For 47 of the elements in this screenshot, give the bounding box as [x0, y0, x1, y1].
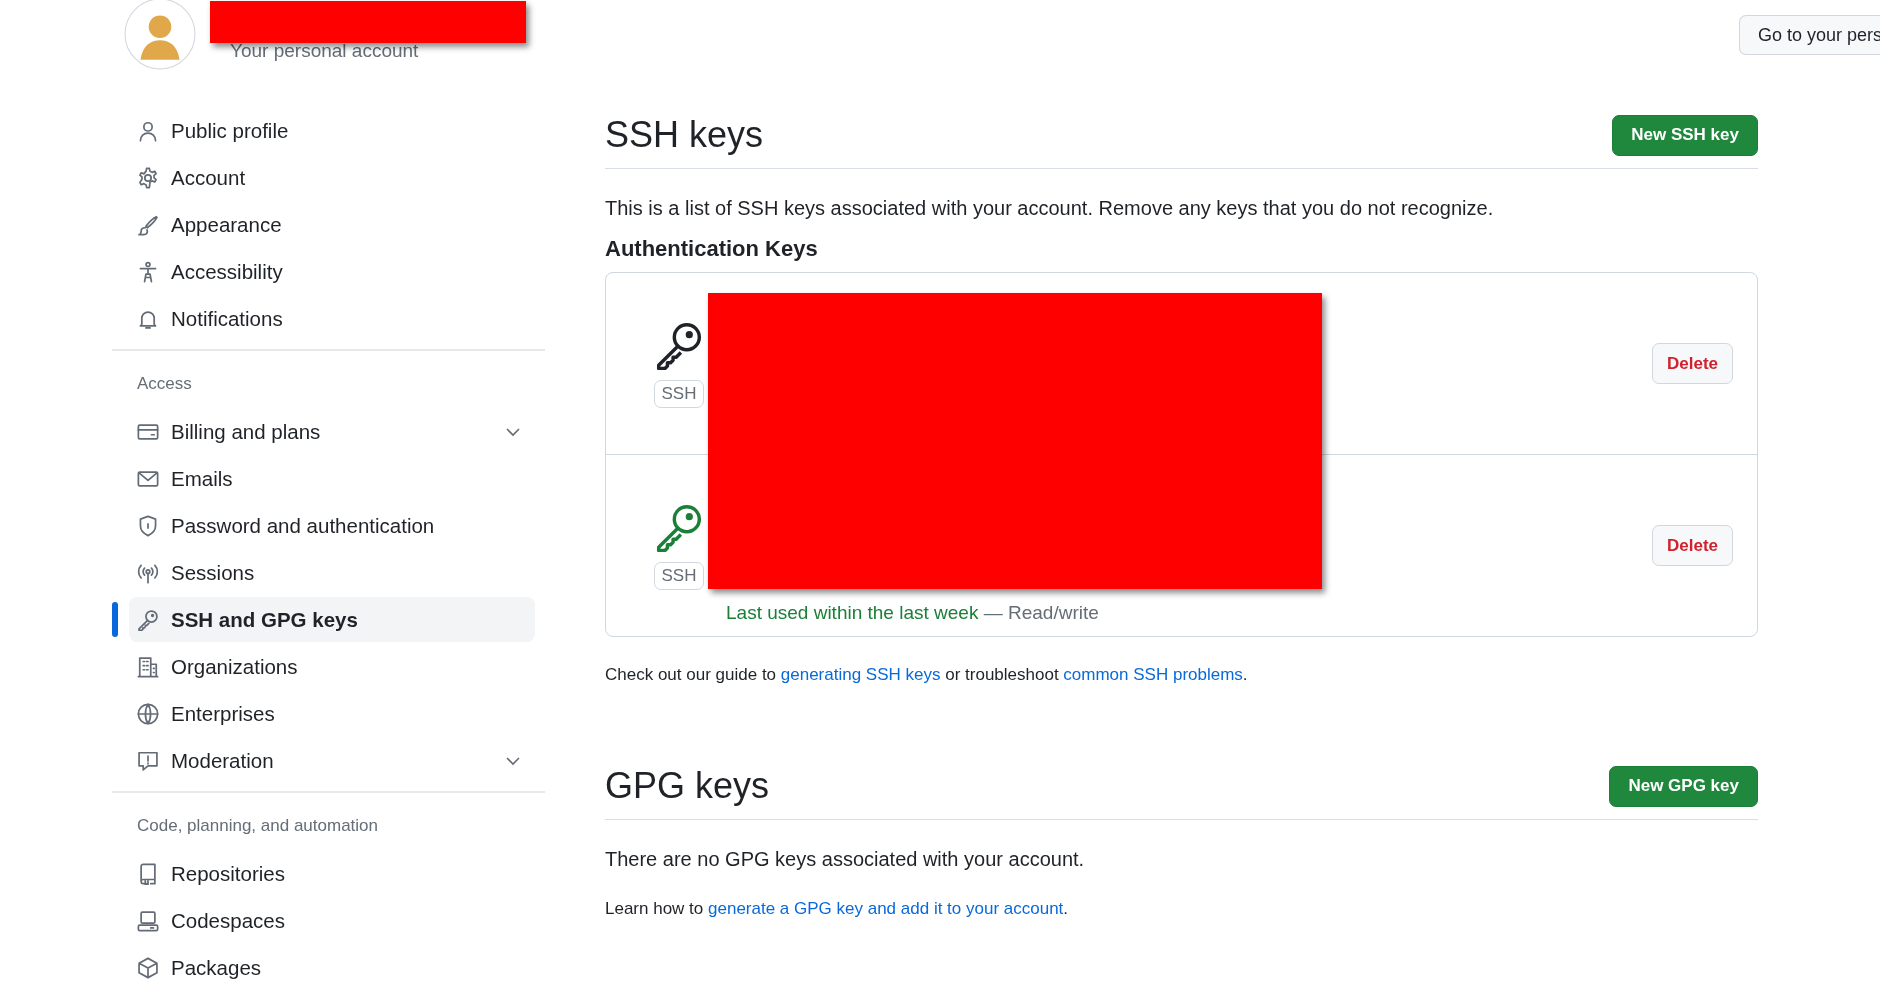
subsection-title: Authentication Keys — [605, 236, 819, 262]
codespaces-icon — [137, 909, 159, 932]
gear-icon — [137, 166, 159, 189]
sidebar-item[interactable]: Packages — [129, 945, 535, 990]
account-subtitle: Your personal account — [230, 40, 419, 61]
person-icon — [137, 119, 159, 142]
sidebar-item[interactable]: Codespaces — [129, 898, 535, 943]
sidebar-item[interactable]: Emails — [129, 456, 535, 501]
section-heading: Code, planning, and automation — [136, 815, 379, 837]
section-title: SSH keys — [605, 114, 764, 156]
troubleshoot-link[interactable]: common SSH problems — [1063, 665, 1243, 684]
sidebar-item[interactable]: Sessions — [129, 550, 535, 595]
guide-link[interactable]: generating SSH keys — [780, 665, 941, 684]
learn-text: Learn how to generate a GPG key and add it to your account. — [605, 899, 1070, 919]
delete-button[interactable]: Delete — [1651, 525, 1733, 566]
empty-message: There are no GPG keys associated with your account. — [605, 848, 1086, 871]
section-title: GPG keys — [605, 765, 770, 807]
sidebar-item[interactable]: Organizations — [129, 644, 535, 689]
package-icon — [137, 956, 159, 979]
report-icon — [137, 749, 159, 772]
accessibility-icon — [137, 260, 159, 283]
delete-button[interactable]: Delete — [1651, 343, 1733, 384]
description: This is a list of SSH keys associated with your account. Remove any keys that you do not recognize. — [605, 197, 1495, 220]
sidebar-item[interactable]: Repositories — [129, 851, 535, 896]
section-heading: Access — [136, 373, 193, 395]
key-type-label: SSH — [653, 561, 705, 590]
brush-icon — [137, 213, 159, 236]
sidebar-item[interactable]: Moderation — [129, 738, 535, 783]
repo-icon — [137, 862, 159, 885]
gpg-guide-link[interactable]: generate a GPG key and add it to your account — [708, 899, 1064, 918]
sidebar-item[interactable]: Password and authentication — [129, 503, 535, 548]
globe-icon — [137, 702, 159, 725]
new-gpg-key-button[interactable]: New GPG key — [1609, 765, 1758, 807]
sidebar-item[interactable]: Account — [129, 155, 535, 200]
sidebar-item[interactable]: Appearance — [129, 202, 535, 247]
key-type-label: SSH — [653, 379, 705, 408]
new-ssh-key-button[interactable]: New SSH key — [1612, 114, 1758, 156]
guide-text: Check out our guide to generating SSH keys or troubleshoot common SSH problems. — [605, 665, 1249, 685]
sidebar-item[interactable]: Accessibility — [129, 249, 535, 294]
last-used-text: Last used within the last week — Read/write — [726, 602, 1099, 623]
sidebar-item[interactable]: Enterprises — [129, 691, 535, 736]
sidebar-item[interactable]: Notifications — [129, 296, 535, 341]
sidebar-item[interactable]: Public profile — [129, 108, 535, 153]
building-icon — [137, 655, 159, 678]
sidebar-item[interactable]: Billing and plans — [129, 409, 535, 454]
key-icon — [137, 608, 159, 631]
shield-icon — [137, 514, 159, 537]
